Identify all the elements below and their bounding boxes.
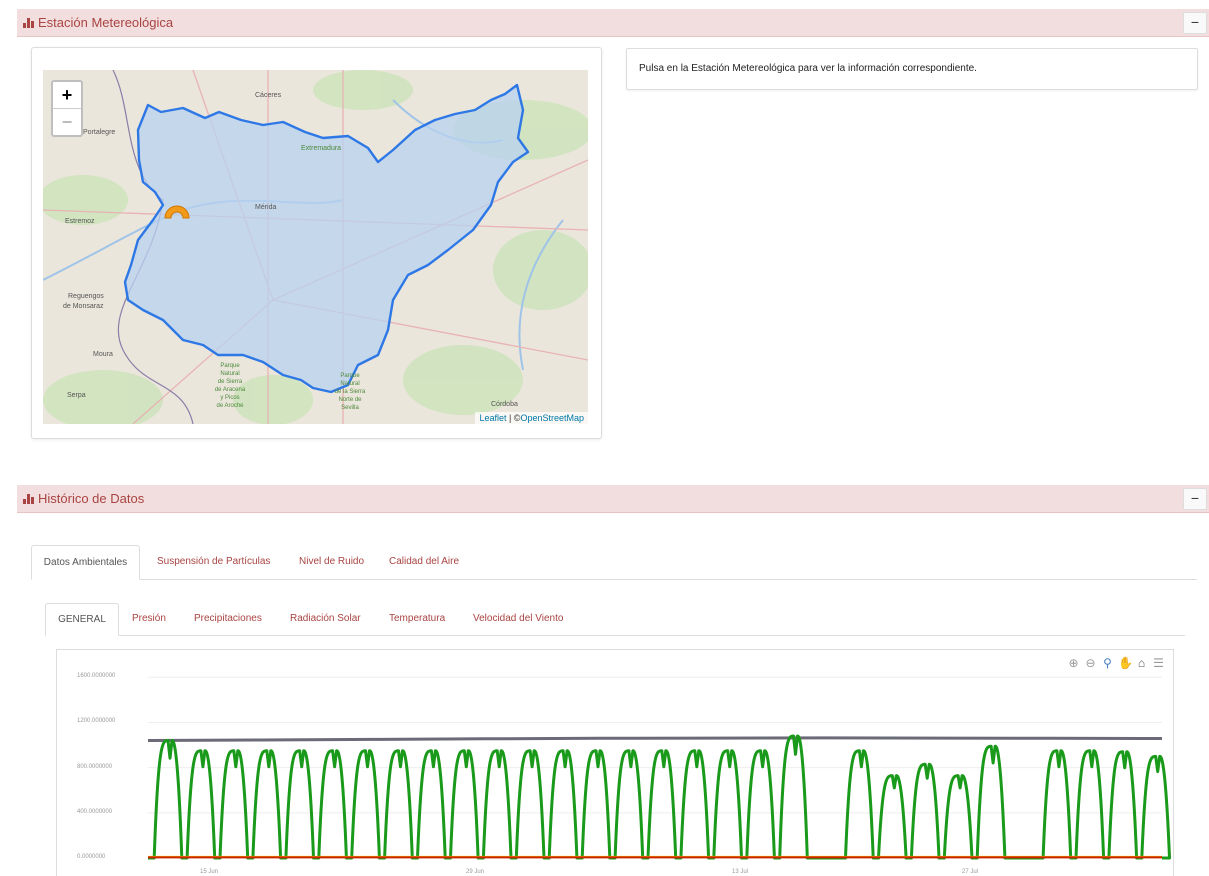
y-tick-label: 1600.0000000 — [77, 673, 116, 680]
historico-panel-title: Histórico de Datos — [38, 491, 145, 506]
estacion-panel-header: Estación Metereológica − — [17, 9, 1209, 37]
map-zoom-in-button[interactable]: + — [53, 82, 81, 108]
collapse-historico-button[interactable]: − — [1183, 488, 1207, 510]
y-tick-label: 400.0000000 — [77, 808, 113, 815]
sub-tabs: GENERAL Presión Precipitaciones Radiació… — [45, 603, 1185, 636]
tab-velocidad-viento[interactable]: Velocidad del Viento — [473, 603, 563, 634]
zoom-in-icon[interactable]: ⊕ — [1067, 656, 1080, 670]
info-text: Pulsa en la Estación Metereológica para … — [639, 63, 977, 74]
tab-precipitaciones[interactable]: Precipitaciones — [194, 603, 262, 634]
historico-panel-header: Histórico de Datos − — [17, 485, 1209, 513]
home-icon[interactable]: ⌂ — [1135, 656, 1148, 670]
leaflet-link[interactable]: Leaflet — [479, 413, 506, 423]
x-tick-label: 27 Jul — [962, 869, 979, 875]
menu-icon[interactable]: ☰ — [1152, 656, 1165, 670]
map-label-de-monsaraz: de Monsaraz — [63, 303, 104, 310]
map-zoom-out-button[interactable]: − — [53, 108, 81, 135]
station-map[interactable]: Cáceres Portalegre Extremadura Estremoz … — [43, 70, 588, 424]
map-label-cordoba: Córdoba — [491, 401, 518, 408]
tab-datos-ambientales[interactable]: Datos Ambientales — [31, 545, 140, 580]
estacion-panel-title: Estación Metereológica — [38, 15, 174, 30]
y-tick-label: 0.0000000 — [77, 854, 106, 860]
map-label-reguengos: Reguengos — [68, 293, 104, 300]
map-label-serpa: Serpa — [67, 392, 86, 399]
pan-hand-icon[interactable]: ✋ — [1118, 656, 1133, 670]
map-label-estremoz: Estremoz — [65, 218, 95, 225]
chart-toolbar: ⊕ ⊖ ⚲ ✋ ⌂ ☰ — [1067, 656, 1165, 670]
map-label-portalegre: Portalegre — [83, 129, 116, 136]
tab-general[interactable]: GENERAL — [45, 603, 119, 636]
y-tick-label: 800.0000000 — [77, 763, 113, 770]
map-label-parque-aracena: Parque Natural de Sierra de Aracena y Picos d… — [214, 363, 246, 409]
collapse-estacion-button[interactable]: − — [1183, 12, 1207, 34]
tab-nivel-ruido[interactable]: Nivel de Ruido — [299, 545, 364, 578]
tab-temperatura[interactable]: Temperatura — [389, 603, 445, 634]
main-tabs: Datos Ambientales Suspensión de Partícul… — [31, 545, 1197, 580]
map-tiles — [43, 70, 588, 424]
tab-calidad-aire[interactable]: Calidad del Aire — [389, 545, 459, 578]
x-tick-label: 15 Jun — [200, 869, 219, 875]
osm-link[interactable]: OpenStreetMap — [520, 413, 584, 423]
bar-chart-icon — [23, 493, 35, 504]
zoom-out-icon[interactable]: ⊖ — [1084, 656, 1097, 670]
attribution-separator: | © — [506, 413, 521, 423]
info-box: Pulsa en la Estación Metereológica para … — [626, 48, 1198, 90]
x-tick-label: 29 Jun — [466, 869, 485, 875]
x-tick-label: 13 Jul — [732, 869, 749, 875]
map-label-merida: Mérida — [255, 204, 277, 211]
magnifier-icon[interactable]: ⚲ — [1101, 656, 1114, 670]
tab-suspension-particulas[interactable]: Suspensión de Partículas — [157, 545, 270, 578]
bar-chart-icon — [23, 17, 35, 28]
tab-radiacion-solar[interactable]: Radiación Solar — [290, 603, 361, 634]
map-zoom-control: + − — [51, 80, 83, 137]
map-attribution: Leaflet | ©OpenStreetMap — [475, 412, 588, 424]
map-label-parque-norte: Parque Natural de la Sierra Norte de Sevilla — [334, 373, 366, 411]
map-label-caceres: Cáceres — [255, 92, 282, 99]
tab-presion[interactable]: Presión — [132, 603, 166, 634]
map-label-extremadura: Extremadura — [301, 145, 342, 152]
y-tick-label: 1200.0000000 — [77, 718, 116, 725]
map-label-moura: Moura — [93, 351, 113, 358]
chart-container: ⊕ ⊖ ⚲ ✋ ⌂ ☰ — [56, 649, 1174, 876]
